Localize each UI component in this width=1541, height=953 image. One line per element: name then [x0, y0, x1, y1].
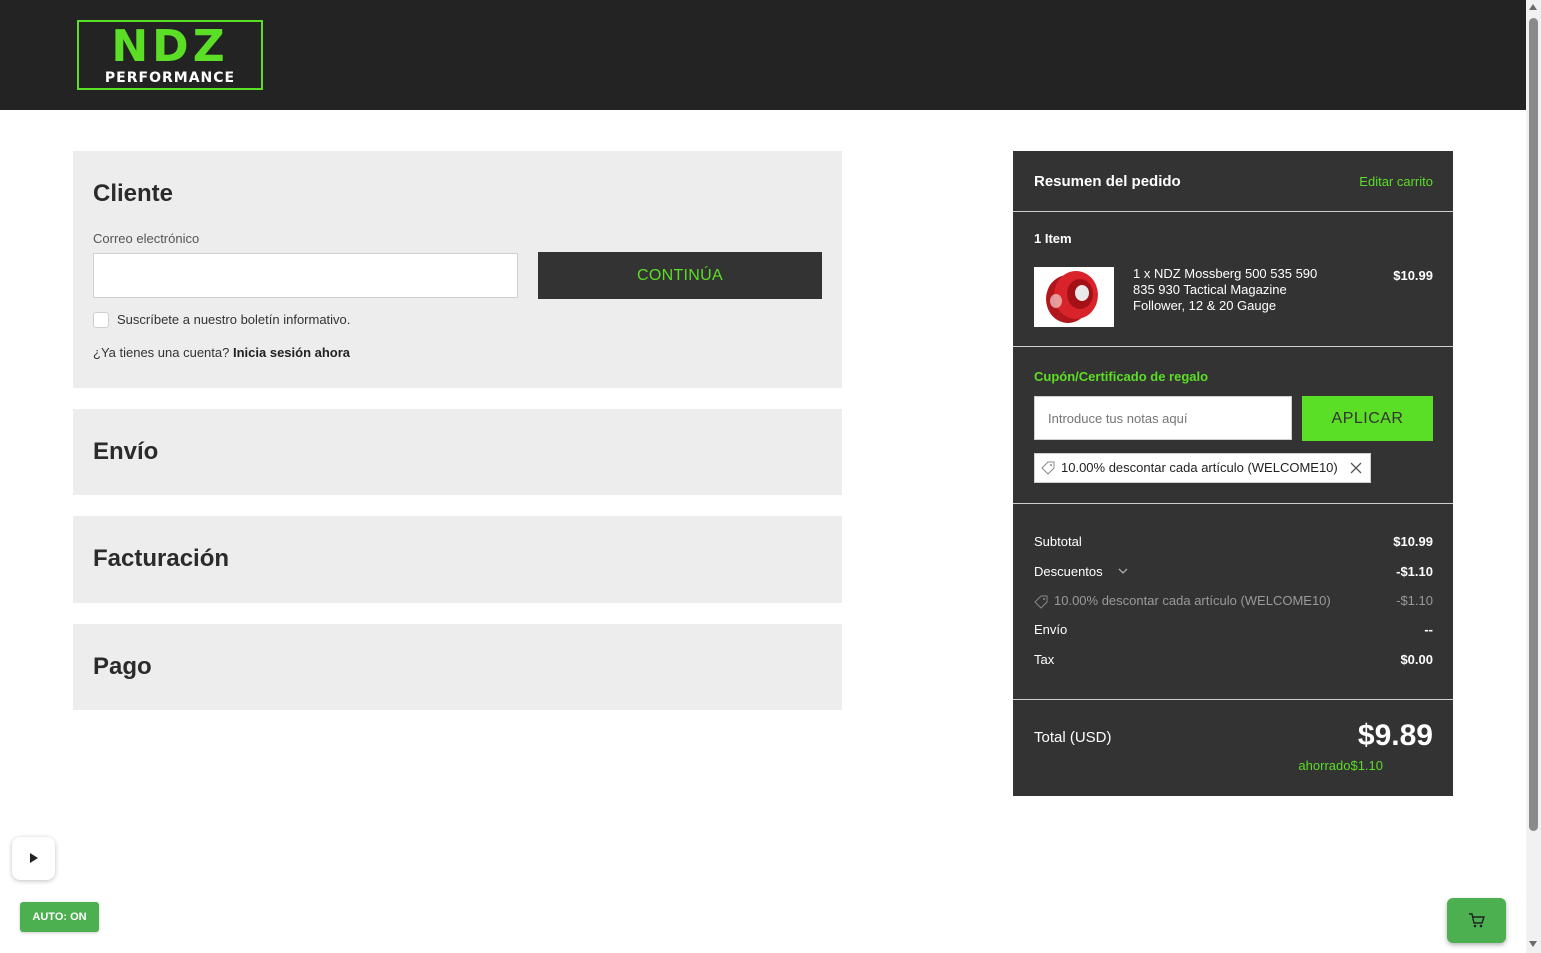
- play-icon: [30, 853, 38, 863]
- checkout-step-envio[interactable]: Envío: [73, 409, 842, 495]
- continue-button[interactable]: CONTINÚA: [538, 252, 822, 299]
- ndz-performance-logo[interactable]: NDZ PERFORMANCE: [77, 20, 263, 90]
- account-prompt: ¿Ya tienes una cuenta? Inicia sesión aho…: [93, 345, 350, 360]
- applied-coupon-tag: 10.00% descontar cada artículo (WELCOME1…: [1034, 453, 1371, 483]
- divider: [1013, 503, 1453, 504]
- step-title-envio: Envío: [93, 438, 159, 465]
- product-price: $10.99: [1393, 268, 1433, 283]
- apply-coupon-button[interactable]: APLICAR: [1302, 396, 1433, 441]
- divider: [1013, 211, 1453, 212]
- discounts-row[interactable]: Descuentos -$1.10: [1034, 564, 1433, 582]
- tax-label: Tax: [1034, 652, 1055, 667]
- discounts-label: Descuentos: [1034, 564, 1103, 579]
- play-button[interactable]: [12, 837, 55, 880]
- order-summary-title: Resumen del pedido: [1034, 173, 1181, 190]
- checkout-step-cliente: Cliente Correo electrónico CONTINÚA Susc…: [73, 151, 842, 388]
- tax-row: Tax $0.00: [1034, 652, 1433, 670]
- tag-icon: [1034, 595, 1048, 609]
- checkout-step-pago[interactable]: Pago: [73, 624, 842, 710]
- coupon-input[interactable]: [1034, 396, 1292, 440]
- discount-detail-label: 10.00% descontar cada artículo (WELCOME1…: [1054, 593, 1331, 608]
- total-value: $9.89: [1357, 719, 1433, 752]
- applied-coupon-text: 10.00% descontar cada artículo (WELCOME1…: [1061, 460, 1338, 475]
- tax-value: $0.00: [1400, 652, 1433, 667]
- divider: [1013, 346, 1453, 347]
- shipping-value: --: [1424, 622, 1433, 637]
- coupon-title: Cupón/Certificado de regalo: [1034, 369, 1209, 384]
- subtotal-label: Subtotal: [1034, 534, 1082, 549]
- newsletter-label: Suscríbete a nuestro boletín informativo…: [117, 312, 351, 327]
- red-magazine-follower-image: [1034, 267, 1114, 327]
- logo-text-ndz: NDZ: [111, 21, 229, 72]
- discount-detail-value: -$1.10: [1396, 593, 1433, 608]
- email-label: Correo electrónico: [93, 231, 200, 246]
- cart-button[interactable]: [1447, 898, 1506, 943]
- newsletter-checkbox[interactable]: [93, 312, 109, 328]
- shipping-row: Envío --: [1034, 622, 1433, 640]
- logo-text-performance: PERFORMANCE: [104, 70, 236, 86]
- discounts-value: -$1.10: [1396, 564, 1433, 579]
- chevron-down-icon[interactable]: [1118, 566, 1128, 576]
- edit-cart-link[interactable]: Editar carrito: [1359, 174, 1433, 189]
- step-title-facturacion: Facturación: [93, 545, 230, 572]
- discount-detail-row: 10.00% descontar cada artículo (WELCOME1…: [1034, 593, 1433, 611]
- subtotal-row: Subtotal $10.99: [1034, 534, 1433, 552]
- step-title-pago: Pago: [93, 653, 152, 680]
- remove-coupon-icon[interactable]: [1349, 461, 1363, 475]
- saved-amount: ahorrado$1.10: [1298, 758, 1383, 773]
- order-summary: Resumen del pedido Editar carrito 1 Item…: [1013, 151, 1453, 796]
- tag-icon: [1041, 461, 1055, 475]
- total-label: Total (USD): [1034, 729, 1112, 746]
- product-name: 1 x NDZ Mossberg 500 535 590 835 930 Tac…: [1133, 266, 1318, 313]
- signin-link[interactable]: Inicia sesión ahora: [233, 345, 350, 360]
- shopping-cart-icon: [1469, 913, 1485, 928]
- account-prompt-text: ¿Ya tienes una cuenta?: [93, 345, 230, 360]
- shipping-label: Envío: [1034, 622, 1068, 637]
- scroll-up-icon[interactable]: [1529, 4, 1537, 10]
- site-header: NDZ PERFORMANCE: [0, 0, 1526, 110]
- scroll-down-icon[interactable]: [1529, 941, 1537, 947]
- checkout-step-facturacion[interactable]: Facturación: [73, 516, 842, 603]
- item-count: 1 Item: [1034, 231, 1072, 246]
- subtotal-value: $10.99: [1393, 534, 1433, 549]
- email-field[interactable]: [93, 253, 518, 298]
- divider: [1013, 699, 1453, 700]
- auto-mode-badge[interactable]: AUTO: ON: [20, 902, 99, 932]
- scrollbar-thumb[interactable]: [1529, 18, 1538, 831]
- step-title-cliente: Cliente: [93, 180, 174, 207]
- page-scrollbar[interactable]: [1526, 0, 1541, 953]
